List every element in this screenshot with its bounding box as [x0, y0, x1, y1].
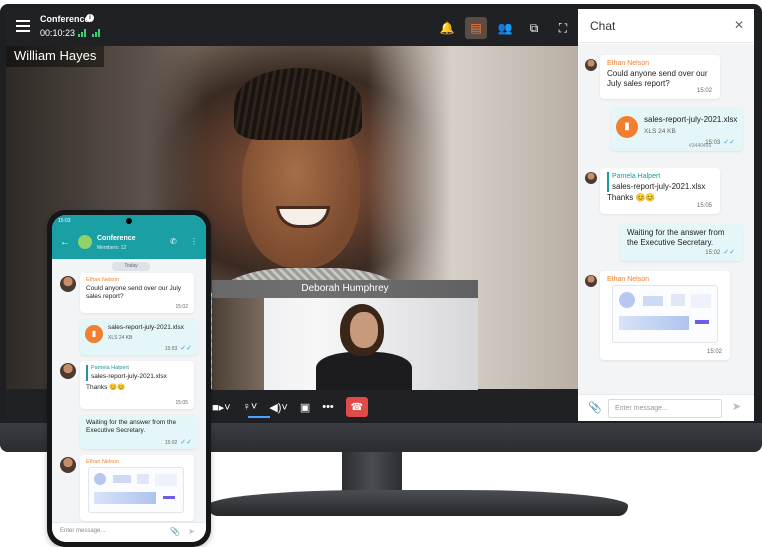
conference-title: Conference: [40, 14, 90, 24]
message-sender: Ethan Nelson: [607, 60, 650, 67]
message-time: 15:02 ✓✓: [705, 249, 735, 256]
chat-message: Waiting for the answer from the Executiv…: [80, 415, 198, 449]
chat-message-file[interactable]: ▮ sales-report-july-2021.xlsx XLS 24 KB …: [80, 319, 198, 355]
avatar: [585, 172, 597, 184]
message-time: 15:05: [175, 400, 188, 406]
file-icon: ▮: [85, 325, 103, 343]
dashboard-image: [88, 467, 184, 513]
message-sender: Ethan Nelson: [86, 459, 120, 465]
message-sender: Ethan Nelson: [86, 277, 120, 283]
secondary-participant-name: Deborah Humphrey: [212, 280, 478, 298]
pip-side-participant: [212, 298, 264, 390]
fullscreen-icon[interactable]: ⛶: [552, 17, 574, 39]
chat-input-bar: 📎 ➤: [578, 394, 754, 421]
chat-title: Chat: [590, 19, 616, 33]
avatar: [585, 59, 597, 71]
file-meta: XLS 24 KB: [108, 335, 133, 341]
phone-input-bar: Enter message... 📎 ➤: [52, 522, 206, 542]
file-name: sales-report-july-2021.xlsx: [108, 324, 184, 331]
signal-icon: [78, 29, 88, 37]
phone-camera: [126, 218, 132, 224]
microphone-icon[interactable]: ♀˅: [243, 401, 258, 413]
message-quote: Pamela Halpert sales-report-july-2021.xl…: [86, 365, 188, 381]
phone-chat-title: Conference: [97, 235, 136, 242]
phone-device: 15:03 ← Conference Members: 12 ✆ ⋮ Today…: [47, 210, 211, 547]
chat-message: Pamela Halpert sales-report-july-2021.xl…: [600, 168, 720, 214]
paperclip-icon[interactable]: 📎: [170, 527, 180, 536]
message-time: 15:03 ✓✓: [164, 345, 192, 352]
message-time: 15:05: [696, 203, 712, 209]
more-icon[interactable]: •••: [322, 401, 334, 413]
more-vertical-icon[interactable]: ⋮: [190, 237, 198, 246]
message-text: Waiting for the answer from the Executiv…: [86, 419, 177, 434]
call-controls: ■▸˅ ♀˅ ◀)˅ ▣ ••• ☎: [212, 394, 478, 420]
chat-message: Pamela Halpert sales-report-july-2021.xl…: [80, 361, 194, 409]
chat-icon[interactable]: ▤: [465, 17, 487, 39]
mic-level-indicator: [248, 416, 270, 418]
phone-call-icon[interactable]: ✆: [170, 237, 177, 246]
send-icon[interactable]: ➤: [732, 400, 741, 413]
message-time: 15:02: [696, 88, 712, 94]
bell-icon[interactable]: 🔔: [436, 17, 458, 39]
message-text: Could anyone send over our July sales re…: [86, 285, 182, 300]
day-divider: Today: [112, 262, 150, 271]
message-time: 15:02: [175, 304, 188, 310]
quoted-text: sales-report-july-2021.xlsx: [612, 182, 706, 191]
dashboard-image: [612, 285, 718, 343]
signal-icon: [92, 29, 102, 37]
message-time: 15:02 ✓✓: [164, 439, 192, 446]
chat-message: Ethan Nelson Could anyone send over our …: [80, 273, 194, 313]
file-name: sales-report-july-2021.xlsx: [644, 115, 738, 124]
message-time: 15:03 ✓✓: [705, 139, 735, 146]
avatar: [60, 276, 76, 292]
conference-logo-icon: [78, 235, 92, 249]
paperclip-icon[interactable]: 📎: [588, 401, 602, 414]
pip-participant-face: [350, 312, 378, 348]
message-sender: Pamela Halpert: [612, 173, 661, 180]
chat-message: Waiting for the answer from the Executiv…: [620, 224, 743, 261]
chat-messages: Ethan Nelson Could anyone send over our …: [578, 44, 754, 394]
info-icon[interactable]: i: [86, 14, 94, 22]
screen-share-icon[interactable]: ▣: [300, 401, 310, 414]
top-bar: Conference i 00:10:23 🔔 ▤ 👥 ⧉ ⛶: [6, 9, 578, 46]
chat-message: Ethan Nelson Could anyone send over our …: [600, 55, 720, 99]
message-text: Waiting for the answer from the Executiv…: [627, 228, 725, 247]
message-sender: Pamela Halpert: [91, 365, 129, 371]
status-bar-time: 15:03: [58, 218, 71, 224]
secondary-video[interactable]: Deborah Humphrey: [212, 280, 478, 390]
message-quote: Pamela Halpert sales-report-july-2021.xl…: [607, 172, 713, 192]
participant-hair: [234, 68, 362, 140]
speaker-icon[interactable]: ◀)˅: [269, 401, 288, 414]
chat-panel: Chat ✕ Ethan Nelson Could anyone send ov…: [578, 9, 754, 421]
main-participant-name: William Hayes: [6, 45, 105, 67]
close-icon[interactable]: ✕: [734, 18, 744, 32]
camera-icon[interactable]: ■▸˅: [212, 401, 231, 414]
message-sender: Ethan Nelson: [607, 276, 650, 283]
avatar: [60, 457, 76, 473]
file-meta: XLS 24 KB: [644, 128, 676, 135]
pip-participant-body: [316, 352, 412, 390]
share-screen-icon[interactable]: ⧉: [523, 17, 545, 39]
back-arrow-icon[interactable]: ←: [60, 237, 70, 248]
chat-message-file[interactable]: ▮ sales-report-july-2021.xlsx XLS 24 KB …: [611, 107, 743, 151]
participants-icon[interactable]: 👥: [494, 17, 516, 39]
hangup-icon[interactable]: ☎: [345, 397, 368, 417]
monitor-stand-base: [208, 490, 628, 516]
menu-icon[interactable]: [16, 20, 30, 32]
chat-header: Chat ✕: [578, 9, 754, 43]
phone-chat-subtitle: Members: 12: [97, 245, 127, 251]
chat-message-image[interactable]: Ethan Nelson: [80, 455, 194, 521]
conference-timer: 00:10:23: [40, 28, 76, 38]
avatar: [585, 275, 597, 287]
send-icon[interactable]: ➤: [188, 527, 195, 536]
avatar: [60, 363, 76, 379]
chat-message-input[interactable]: [608, 399, 722, 418]
message-text: Thanks 😊😊: [86, 384, 126, 391]
phone-message-input[interactable]: Enter message...: [60, 528, 105, 534]
file-icon: ▮: [616, 116, 638, 138]
quoted-text: sales-report-july-2021.xlsx: [91, 373, 167, 380]
phone-screen: 15:03 ← Conference Members: 12 ✆ ⋮ Today…: [52, 215, 206, 542]
chat-message-image[interactable]: Ethan Nelson 15:02: [600, 271, 730, 360]
message-time: 15:02: [706, 349, 722, 355]
